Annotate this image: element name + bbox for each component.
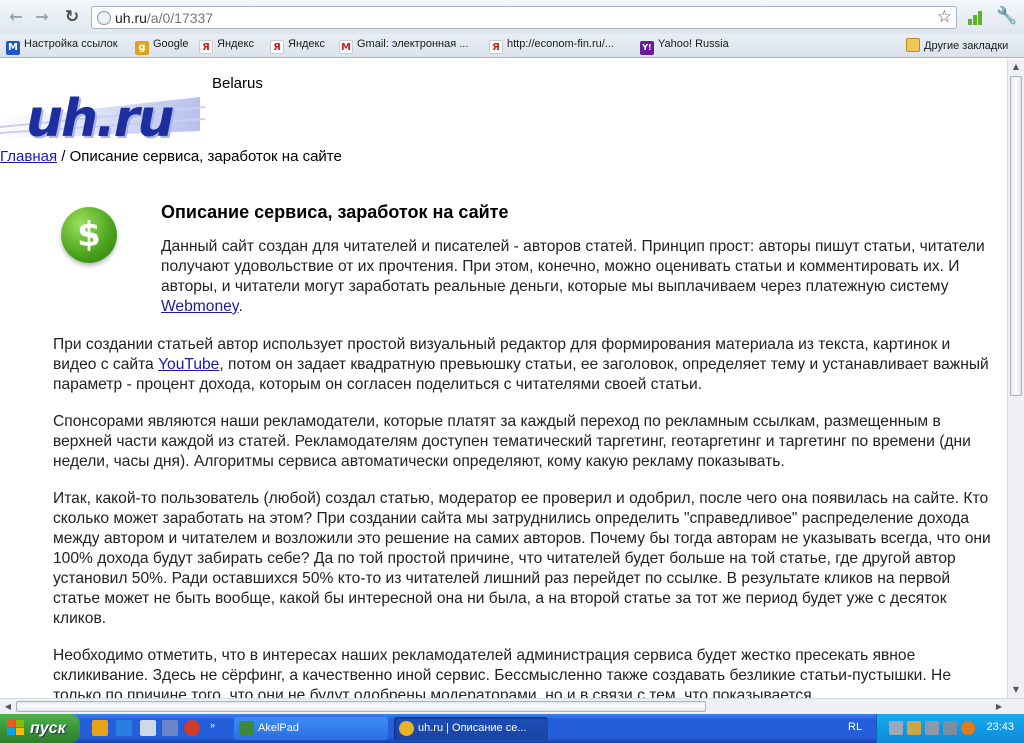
network-icon[interactable] — [889, 721, 903, 735]
windows-flag-icon — [7, 720, 25, 736]
folder-icon — [906, 38, 920, 52]
bookmark-label: http://econom-fin.ru/... — [507, 38, 614, 50]
scroll-right-arrow-icon[interactable]: ▶ — [992, 699, 1006, 714]
signal-bars-icon[interactable] — [968, 9, 986, 25]
chrome-icon[interactable] — [184, 720, 200, 736]
yandex-icon: Я — [489, 40, 503, 54]
bookmark-label: Настройка ссылок — [24, 38, 118, 50]
reload-icon[interactable]: ↻ — [62, 7, 82, 27]
browser-toolbar: ← → ↻ uh.ru/a/0/17337 ☆ 🔧 — [0, 0, 1024, 34]
clock: 23:43 — [986, 721, 1014, 733]
bookmark-item[interactable]: M Настройка ссылок — [6, 38, 118, 55]
system-tray: 23:43 — [876, 714, 1024, 743]
yahoo-icon: Y! — [640, 41, 654, 55]
bookmark-item[interactable]: M Gmail: электронная ... — [339, 38, 468, 54]
logo-text: uh.ru — [26, 89, 174, 149]
url-host: uh.ru — [115, 10, 147, 26]
bookmark-label: Яндекс — [288, 38, 325, 50]
chrome-icon — [399, 721, 414, 736]
media-player-icon[interactable] — [92, 720, 108, 736]
taskbar: пуск » AkelPad uh.ru | Описание се... RL… — [0, 714, 1024, 743]
other-bookmarks-label: Другие закладки — [924, 40, 1009, 52]
bookmark-label: Yahoo! Russia — [658, 38, 729, 50]
article-title: Описание сервиса, заработок на сайте — [161, 202, 509, 222]
address-bar[interactable]: uh.ru/a/0/17337 ☆ — [91, 6, 957, 29]
tray-app-icon[interactable] — [961, 721, 975, 735]
bookmark-item[interactable]: Яhttp://econom-fin.ru/... — [489, 38, 614, 54]
bookmark-icon: M — [6, 41, 20, 55]
akelpad-icon — [239, 721, 254, 736]
bookmarks-bar: M Настройка ссылок g Google Я Яндекс Я Яндек… — [0, 34, 1024, 58]
start-button[interactable]: пуск — [0, 714, 80, 743]
volume-icon[interactable] — [943, 721, 957, 735]
start-label: пуск — [30, 720, 66, 737]
vertical-scroll-thumb[interactable] — [1010, 76, 1022, 396]
paragraph-3: Итак, какой-то пользователь (любой) созд… — [53, 490, 991, 627]
breadcrumb-home-link[interactable]: Главная — [0, 148, 57, 165]
region-label: Belarus — [212, 75, 263, 92]
breadcrumb-current: Описание сервиса, заработок на сайте — [69, 148, 342, 165]
taskbar-item-akelpad[interactable]: AkelPad — [234, 717, 388, 740]
taskbar-item-chrome[interactable]: uh.ru | Описание се... — [394, 717, 548, 740]
url-text[interactable]: uh.ru/a/0/17337 — [115, 10, 213, 26]
horizontal-scroll-thumb[interactable] — [16, 701, 706, 712]
wrench-menu-icon[interactable]: 🔧 — [996, 6, 1017, 26]
back-arrow-icon[interactable]: ← — [6, 7, 26, 27]
dollar-icon: $ — [61, 207, 117, 263]
gmail-icon: M — [339, 40, 353, 54]
save-disk-icon[interactable] — [162, 720, 178, 736]
bookmark-item[interactable]: Я Яндекс — [199, 38, 254, 54]
webmoney-link[interactable]: Webmoney — [161, 298, 238, 315]
intro-paragraph: Данный сайт создан для читателей и писат… — [161, 237, 991, 317]
site-logo[interactable]: uh.ru — [0, 79, 210, 149]
bookmark-label: Google — [153, 38, 189, 50]
url-path: /a/0/17337 — [146, 10, 214, 26]
breadcrumb-separator: / — [57, 148, 70, 165]
bookmark-label: Gmail: электронная ... — [357, 38, 469, 50]
yandex-icon: Я — [270, 40, 284, 54]
bookmark-label: Яндекс — [217, 38, 254, 50]
desktop-icon[interactable] — [140, 720, 156, 736]
paragraph-4: Необходимо отметить, что в интересах наш… — [53, 647, 951, 698]
task-label: uh.ru | Описание се... — [418, 722, 527, 734]
bookmark-item[interactable]: Я Яндекс — [270, 38, 325, 54]
language-indicator[interactable]: RL — [848, 721, 862, 733]
task-label: AkelPad — [258, 722, 299, 734]
scroll-left-arrow-icon[interactable]: ◀ — [1, 699, 15, 714]
bookmark-item[interactable]: g Google — [135, 38, 188, 55]
network-icon[interactable] — [925, 721, 939, 735]
horizontal-scrollbar[interactable]: ◀ ▶ — [0, 698, 1024, 714]
youtube-link[interactable]: YouTube — [158, 356, 219, 373]
bookmark-star-icon[interactable]: ☆ — [937, 7, 952, 27]
intro-end: . — [238, 298, 243, 315]
paragraph-1: При создании статьей автор использует пр… — [53, 335, 993, 395]
intro-text: Данный сайт создан для читателей и писат… — [161, 238, 985, 295]
page-viewport: uh.ru Belarus Главная / Описание сервиса… — [0, 59, 1007, 698]
other-bookmarks[interactable]: Другие закладки — [906, 38, 1008, 52]
vertical-scrollbar[interactable]: ▲ ▼ — [1007, 59, 1024, 698]
google-icon: g — [135, 41, 149, 55]
page-icon — [97, 11, 111, 25]
scroll-down-arrow-icon[interactable]: ▼ — [1010, 683, 1022, 697]
quicklaunch-expand-icon[interactable]: » — [210, 720, 220, 736]
bookmark-item[interactable]: Y! Yahoo! Russia — [640, 38, 729, 55]
yandex-icon: Я — [199, 40, 213, 54]
internet-explorer-icon[interactable] — [116, 720, 132, 736]
scroll-up-arrow-icon[interactable]: ▲ — [1010, 60, 1022, 74]
paragraph-2: Спонсорами являются наши рекламодатели, … — [53, 413, 971, 470]
forward-arrow-icon[interactable]: → — [32, 7, 52, 27]
breadcrumb: Главная / Описание сервиса, заработок на… — [0, 148, 342, 165]
tray-app-icon[interactable] — [907, 721, 921, 735]
